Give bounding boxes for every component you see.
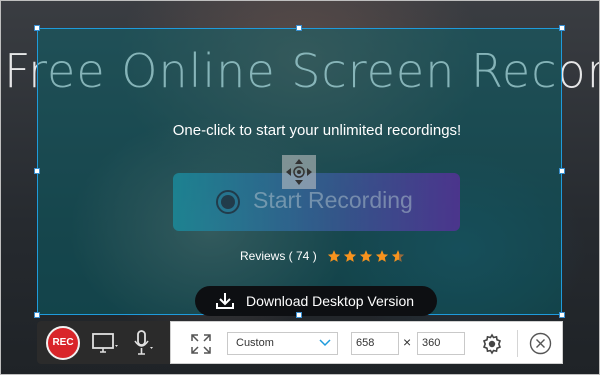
resize-handle-bottom-left[interactable]: [34, 312, 40, 318]
star-icon: [359, 250, 372, 262]
star-icon: [327, 250, 340, 262]
resize-handle-top-left[interactable]: [34, 25, 40, 31]
record-dot-icon: [216, 190, 240, 214]
half-star-icon: [391, 250, 404, 262]
toolbar-divider: [517, 330, 518, 357]
region-select-value: Custom: [236, 337, 274, 349]
star-icon: [343, 250, 356, 262]
hero-subtitle: One-click to start your unlimited record…: [172, 122, 462, 139]
expand-icon[interactable]: [190, 333, 212, 355]
height-field[interactable]: 360: [417, 332, 465, 355]
region-select[interactable]: Custom: [227, 332, 338, 355]
gear-icon[interactable]: [480, 332, 504, 356]
resize-handle-bottom[interactable]: [296, 312, 302, 318]
resize-handle-top-right[interactable]: [559, 25, 565, 31]
monitor-icon[interactable]: [91, 331, 121, 355]
download-desktop-button[interactable]: Download Desktop Version: [195, 286, 437, 316]
recorder-toolbar-left: REC: [37, 321, 170, 364]
microphone-icon[interactable]: [132, 329, 156, 357]
download-label: Download Desktop Version: [246, 293, 415, 309]
times-symbol: ×: [403, 334, 412, 350]
start-recording-button[interactable]: Start Recording: [173, 173, 460, 231]
recorder-toolbar-right: Custom 658 × 360: [170, 321, 563, 364]
rec-button[interactable]: REC: [46, 326, 80, 360]
move-arrows-icon: [286, 159, 312, 185]
close-icon[interactable]: [529, 332, 552, 355]
resize-handle-bottom-right[interactable]: [559, 312, 565, 318]
start-recording-label: Start Recording: [253, 187, 413, 213]
webpage-background: Free Online Screen Recorder One-click to…: [0, 0, 600, 375]
reviews: Reviews ( 74 ): [240, 249, 407, 263]
width-field[interactable]: 658: [351, 332, 399, 355]
resize-handle-right[interactable]: [559, 168, 565, 174]
resize-handle-left[interactable]: [34, 168, 40, 174]
download-icon: [216, 293, 234, 309]
rating-stars: [327, 249, 407, 263]
reviews-label: Reviews ( 74 ): [240, 249, 317, 263]
chevron-down-icon: [319, 339, 331, 347]
star-icon: [375, 250, 388, 262]
move-handle[interactable]: [282, 155, 316, 189]
resize-handle-top[interactable]: [296, 25, 302, 31]
